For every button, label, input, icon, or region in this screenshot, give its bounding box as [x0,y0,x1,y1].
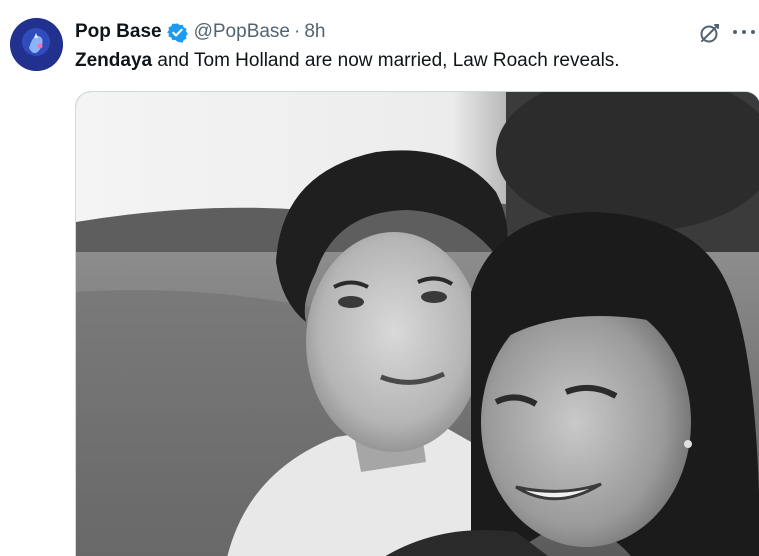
more-options-icon[interactable] [733,23,755,41]
tweet-header: Pop Base @PopBase · 8h [75,19,325,45]
tweet-text: Zendaya and Tom Holland are now married,… [75,49,620,73]
timestamp[interactable]: 8h [304,21,325,43]
tweet-text-body: and Tom Holland are now married, Law Roa… [152,50,620,71]
display-name[interactable]: Pop Base [75,21,162,43]
verified-badge-icon [166,22,188,43]
avatar[interactable] [10,18,63,71]
user-handle[interactable]: @PopBase [194,21,290,43]
tweet-text-mention[interactable]: Zendaya [75,50,152,71]
grok-icon[interactable] [698,21,722,45]
separator-dot: · [294,21,301,42]
tweet-photo[interactable] [75,91,759,556]
tweet-card[interactable]: Pop Base @PopBase · 8h Zendaya and Tom H… [0,0,759,556]
